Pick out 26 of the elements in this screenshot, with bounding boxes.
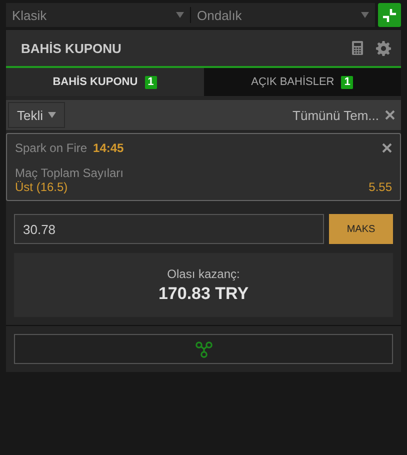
count-badge: 1 (341, 76, 354, 88)
close-icon[interactable] (382, 143, 392, 153)
winnings-label: Olası kazanç: (167, 266, 240, 280)
dropdown[interactable]: Klasik (6, 3, 190, 27)
max-button[interactable]: MAKS (329, 214, 393, 244)
market-name: Maç Toplam Sayıları (15, 166, 124, 180)
dropdown[interactable]: Ondalık (191, 3, 375, 27)
event-time: 14:45 (93, 141, 124, 155)
clear-all-link[interactable]: Tümünü Tem... (292, 108, 379, 122)
count-badge: 1 (144, 76, 157, 88)
stake-input[interactable]: 30.78 (14, 214, 324, 244)
collapse-icon (382, 8, 397, 22)
selection-name: Üst (16.5) (15, 180, 68, 194)
event-name: Spark on Fire (15, 141, 88, 155)
spinner-icon (194, 340, 212, 358)
tab[interactable]: BAHİS KUPONU 1 (6, 68, 204, 96)
winnings-amount: 170.83 TRY (158, 284, 249, 304)
tab[interactable]: AÇIK BAHİSLER 1 (204, 68, 401, 96)
close-icon[interactable] (385, 110, 395, 120)
place-bet-button[interactable] (14, 334, 393, 364)
collapse-button[interactable] (378, 3, 401, 27)
panel-title: BAHİS KUPONU (21, 40, 122, 56)
odds-value: 5.55 (368, 180, 392, 194)
settings-icon[interactable] (376, 40, 391, 56)
bet-type-dropdown[interactable]: Tekli (8, 102, 66, 128)
calculator-icon[interactable] (352, 41, 363, 55)
